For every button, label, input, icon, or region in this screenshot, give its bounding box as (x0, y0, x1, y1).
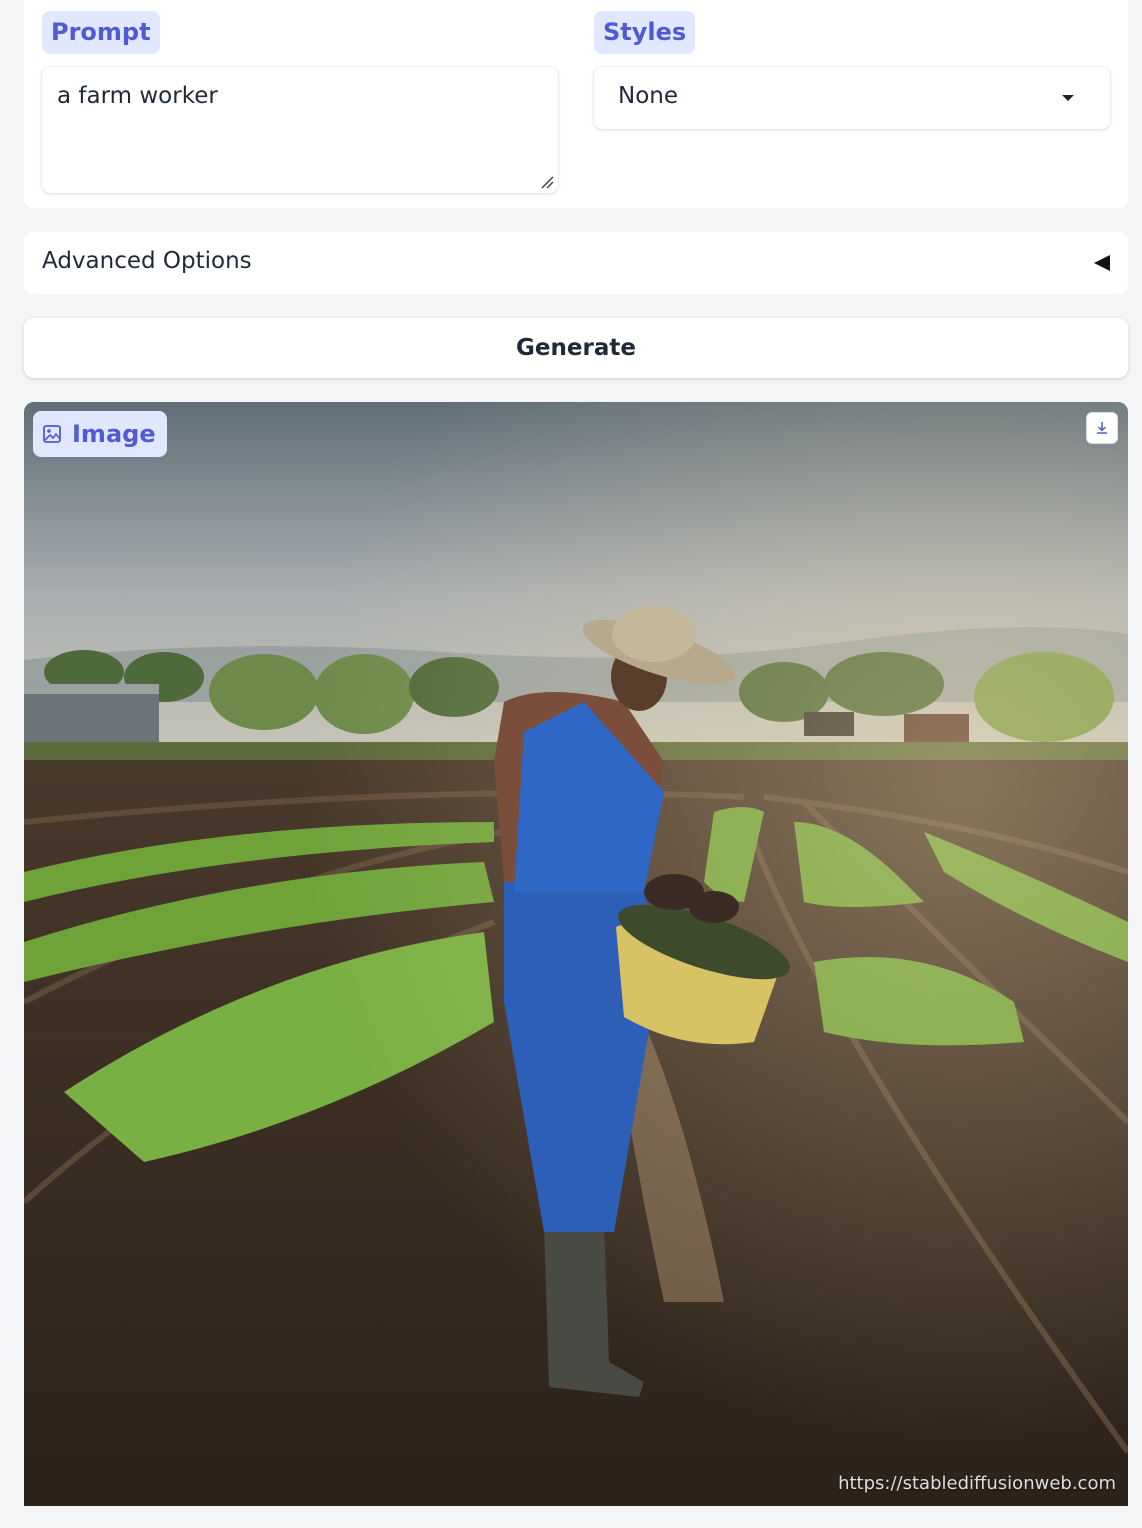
generate-button[interactable]: Generate (24, 318, 1128, 378)
watermark-text: https://stablediffusionweb.com (838, 1473, 1116, 1494)
prompt-textarea[interactable]: a farm worker (42, 67, 558, 193)
input-card: Prompt Styles a farm worker None (24, 0, 1128, 208)
advanced-options-accordion[interactable]: Advanced Options (24, 232, 1128, 294)
output-image-panel: Image https://stablediffusionweb.com (24, 402, 1128, 1506)
image-output-label: Image (33, 411, 167, 457)
styles-label: Styles (594, 11, 696, 54)
download-button[interactable] (1086, 412, 1118, 444)
resize-handle-icon[interactable] (540, 175, 554, 189)
advanced-options-label: Advanced Options (42, 248, 252, 274)
prompt-text: a farm worker (57, 83, 218, 109)
download-icon (1097, 422, 1107, 434)
caret-down-icon (1062, 95, 1074, 101)
generated-image (24, 402, 1128, 1506)
image-output-label-text: Image (72, 420, 156, 448)
image-icon (43, 425, 61, 443)
styles-dropdown[interactable]: None (594, 67, 1110, 129)
collapse-arrow-icon (1094, 255, 1110, 271)
prompt-label: Prompt (42, 11, 160, 54)
styles-selected-value: None (618, 83, 679, 109)
